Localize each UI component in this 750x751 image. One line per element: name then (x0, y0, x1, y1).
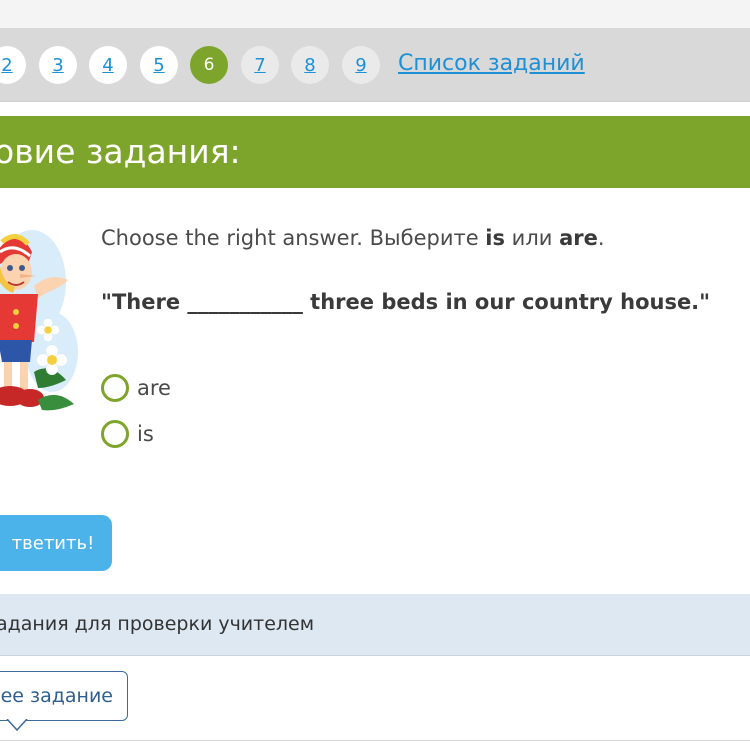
pinocchio-mascot-illustration (0, 230, 78, 411)
page-2-link[interactable]: 2 (0, 46, 26, 84)
answer-option-are[interactable]: are (101, 374, 171, 402)
task-pager: 2 3 4 5 6 7 8 9 Список заданий (0, 28, 750, 102)
instruction-text: Choose the right answer. Выберите (101, 226, 486, 250)
teacher-check-bar: адания для проверки учителем (0, 594, 750, 656)
tooltip-pointer-icon (6, 719, 28, 731)
top-strip (0, 0, 750, 28)
page-title: овие задания: (0, 132, 241, 171)
submit-answer-button[interactable]: тветить! (0, 515, 112, 571)
option-label[interactable]: is (137, 422, 154, 446)
instruction-end: . (597, 226, 605, 250)
title-bar: овие задания: (0, 116, 750, 188)
keyword-are: are (559, 226, 598, 250)
page-3-link[interactable]: 3 (39, 46, 77, 84)
answer-option-is[interactable]: is (101, 420, 154, 448)
page-4-link[interactable]: 4 (89, 46, 127, 84)
page-8-link[interactable]: 8 (291, 46, 329, 84)
divider (0, 740, 750, 741)
page-9-link[interactable]: 9 (342, 46, 380, 84)
radio-button-icon[interactable] (101, 374, 129, 402)
question-instruction: Choose the right answer. Выберите is или… (101, 226, 605, 250)
task-list-link[interactable]: Список заданий (398, 51, 585, 76)
instruction-or: или (505, 226, 560, 250)
page-7-link[interactable]: 7 (241, 46, 279, 84)
keyword-is: is (485, 226, 505, 250)
page-5-link[interactable]: 5 (140, 46, 178, 84)
question-sentence: "There ___________ three beds in our cou… (101, 290, 711, 314)
previous-task-button[interactable]: нее задание (0, 671, 128, 721)
task-page: 2 3 4 5 6 7 8 9 Список заданий овие зада… (0, 0, 750, 751)
teacher-check-text: адания для проверки учителем (0, 613, 315, 635)
option-label[interactable]: are (137, 376, 171, 400)
page-6-current: 6 (190, 46, 228, 84)
radio-button-icon[interactable] (101, 420, 129, 448)
